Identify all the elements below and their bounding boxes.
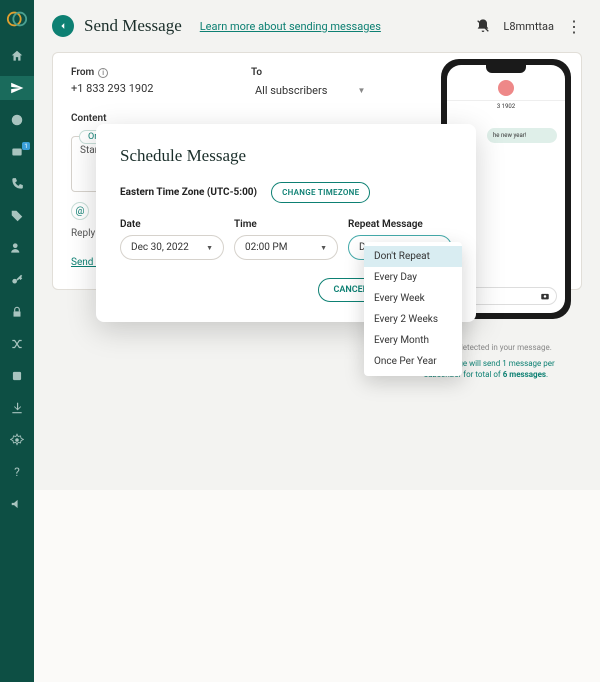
nav-send[interactable] xyxy=(0,76,34,100)
chevron-left-icon xyxy=(58,21,68,31)
from-value: +1 833 293 1902 xyxy=(71,82,211,95)
repeat-dropdown: Don't Repeat Every Day Every Week Every … xyxy=(364,242,462,376)
sidebar: 1 ? xyxy=(0,0,34,682)
phone-message-bubble: he new year! xyxy=(487,128,557,143)
back-button[interactable] xyxy=(52,15,74,37)
repeat-option[interactable]: Every Month xyxy=(364,330,462,351)
topbar: Send Message Learn more about sending me… xyxy=(34,0,600,52)
date-label: Date xyxy=(120,219,224,230)
repeat-label: Repeat Message xyxy=(348,219,452,230)
repeat-option[interactable]: Every 2 Weeks xyxy=(364,309,462,330)
nav-inbox[interactable]: 1 xyxy=(0,140,34,164)
chevron-down-icon: ▼ xyxy=(320,244,327,252)
nav-chat[interactable] xyxy=(0,108,34,132)
phone-number: 3 1902 xyxy=(447,103,565,110)
timezone-label: Eastern Time Zone (UTC-5:00) xyxy=(120,187,257,198)
app-logo xyxy=(6,8,28,30)
nav-tag[interactable] xyxy=(0,204,34,228)
chevron-down-icon: ▼ xyxy=(357,86,365,95)
nav-settings[interactable] xyxy=(0,428,34,452)
nav-help[interactable]: ? xyxy=(0,460,34,484)
change-timezone-button[interactable]: CHANGE TIMEZONE xyxy=(271,182,370,203)
username[interactable]: L8mmttaa xyxy=(503,20,554,33)
nav-key[interactable] xyxy=(0,268,34,292)
nav-contacts[interactable] xyxy=(0,236,34,260)
chevron-down-icon: ▼ xyxy=(206,244,213,252)
nav-shuffle[interactable] xyxy=(0,332,34,356)
to-label: To xyxy=(251,67,391,78)
phone-notch xyxy=(486,65,526,73)
nav-home[interactable] xyxy=(0,44,34,68)
date-select[interactable]: Dec 30, 2022▼ xyxy=(120,235,224,260)
nav-announce[interactable] xyxy=(0,492,34,516)
nav-phone[interactable] xyxy=(0,172,34,196)
learn-more-link[interactable]: Learn more about sending messages xyxy=(200,20,381,33)
notifications-icon[interactable] xyxy=(475,18,491,34)
modal-title: Schedule Message xyxy=(120,146,452,166)
nav-puzzle[interactable] xyxy=(0,364,34,388)
camera-icon xyxy=(540,291,550,301)
badge-icon: 1 xyxy=(22,142,30,150)
repeat-option[interactable]: Don't Repeat xyxy=(364,246,462,267)
repeat-option[interactable]: Once Per Year xyxy=(364,351,462,372)
page-background-lower xyxy=(34,490,600,682)
nav-lock[interactable] xyxy=(0,300,34,324)
time-select[interactable]: 02:00 PM▼ xyxy=(234,235,338,260)
page-title: Send Message xyxy=(84,16,182,36)
from-label: Fromi xyxy=(71,67,211,78)
attach-icon[interactable]: @ xyxy=(71,202,89,220)
time-label: Time xyxy=(234,219,338,230)
info-icon[interactable]: i xyxy=(98,68,108,78)
nav-download[interactable] xyxy=(0,396,34,420)
repeat-option[interactable]: Every Week xyxy=(364,288,462,309)
to-select[interactable]: All subscribers▼ xyxy=(251,82,391,99)
repeat-option[interactable]: Every Day xyxy=(364,267,462,288)
kebab-menu-icon[interactable]: ⋮ xyxy=(566,17,582,36)
phone-avatar-icon xyxy=(498,80,514,96)
